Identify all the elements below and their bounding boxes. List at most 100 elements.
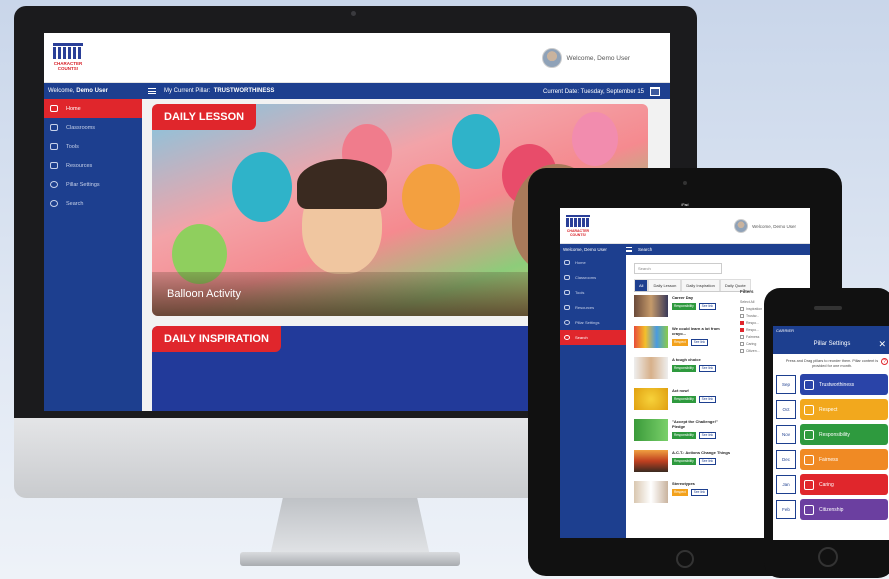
home-icon [50, 105, 58, 112]
respect-icon [804, 404, 814, 415]
pillar-trustworthiness[interactable]: Trustworthiness [800, 374, 888, 395]
citizenship-icon [804, 504, 814, 515]
help-icon[interactable]: ? [881, 358, 888, 365]
see-link-button[interactable]: See link [690, 339, 709, 346]
nav-welcome: Welcome, Demo User [48, 88, 108, 94]
pillar-row[interactable]: Sep Trustworthiness [773, 372, 889, 397]
nav-welcome: Welcome, Demo User [563, 247, 607, 252]
sidebar: Home Classrooms Tools Resources Pillar S… [560, 255, 626, 538]
settings-icon [50, 181, 58, 188]
thumbnail [634, 357, 668, 379]
month-label: Sep [776, 375, 796, 394]
search-icon [50, 200, 58, 207]
pillar-row[interactable]: Nov Responsibility [773, 422, 889, 447]
resources-icon [50, 162, 58, 169]
see-link-button[interactable]: See link [698, 365, 717, 372]
see-link-button[interactable]: See link [698, 303, 717, 310]
list-item[interactable]: We could learn a lot from crayo... Respe… [634, 326, 732, 356]
logo-text: CHARACTER COUNTS! [53, 61, 83, 71]
month-label: Feb [776, 500, 796, 519]
home-button[interactable] [676, 550, 694, 568]
caring-icon [804, 479, 814, 490]
thumbnail [634, 450, 668, 472]
month-label: Dec [776, 450, 796, 469]
see-link-button[interactable]: See link [690, 489, 709, 496]
sidebar-item-pillar-settings[interactable]: Pillar Settings [560, 315, 626, 330]
pillar-badge: Responsibility [672, 365, 696, 372]
list-item[interactable]: Stereotypes Respect See link [634, 481, 732, 511]
see-link-button[interactable]: See link [698, 458, 717, 465]
resources-icon [564, 305, 570, 310]
list-item[interactable]: Career Day Responsibility See link [634, 295, 732, 325]
checkbox[interactable] [740, 313, 744, 318]
speaker [814, 306, 842, 310]
list-item[interactable]: A.C.T.: Actions Change Things Responsibi… [634, 450, 732, 480]
pillar-fairness[interactable]: Fairness [800, 449, 888, 470]
tab-daily-inspiration[interactable]: Daily Inspiration [681, 279, 720, 291]
close-icon[interactable]: ✕ [878, 334, 886, 354]
calendar-icon[interactable] [650, 87, 660, 96]
sidebar-item-resources[interactable]: Resources [44, 156, 142, 175]
sidebar-item-classrooms[interactable]: Classrooms [560, 270, 626, 285]
balloon-image [452, 114, 500, 169]
child-photo [297, 159, 387, 209]
sidebar-item-home[interactable]: Home [44, 99, 142, 118]
checkbox[interactable] [740, 306, 744, 311]
tab-daily-lesson[interactable]: Daily Lesson [648, 279, 682, 291]
see-link-button[interactable]: See link [698, 396, 717, 403]
sidebar-item-pillar-settings[interactable]: Pillar Settings [44, 175, 142, 194]
instructions: Press and Drag pillars to reorder them. … [773, 354, 889, 372]
pillar-citizenship[interactable]: Citizenship [800, 499, 888, 520]
list-item[interactable]: Act now! Responsibility See link [634, 388, 732, 418]
home-button[interactable] [818, 547, 838, 567]
welcome-text: Welcome, Demo User [752, 223, 796, 229]
pillar-row[interactable]: Dec Fairness [773, 447, 889, 472]
classrooms-icon [564, 275, 570, 280]
user-menu[interactable]: Welcome, Demo User [734, 219, 796, 233]
sidebar-item-resources[interactable]: Resources [560, 300, 626, 315]
pillar-row[interactable]: Feb Citizenship [773, 497, 889, 522]
sidebar-item-home[interactable]: Home [560, 255, 626, 270]
camera [351, 11, 356, 16]
sidebar-item-tools[interactable]: Tools [560, 285, 626, 300]
trustworthiness-icon [804, 379, 814, 390]
hamburger-menu-icon[interactable] [148, 88, 156, 94]
list-item[interactable]: A tough choice Responsibility See link [634, 357, 732, 387]
pillar-settings-header: Pillar Settings ✕ [773, 334, 889, 354]
logo-text: CHARACTER COUNTS! [566, 229, 590, 237]
checkbox[interactable] [740, 341, 744, 346]
pillar-badge: Responsibility [672, 432, 696, 439]
checkbox[interactable] [740, 334, 744, 339]
sidebar-item-tools[interactable]: Tools [44, 137, 142, 156]
hamburger-menu-icon[interactable] [626, 247, 632, 252]
thumbnail [634, 481, 668, 503]
checkbox[interactable] [740, 320, 744, 325]
avatar [541, 48, 562, 68]
character-counts-logo[interactable]: CHARACTER COUNTS! [53, 43, 83, 73]
search-input[interactable]: Search [634, 263, 722, 274]
user-menu[interactable]: Welcome, Demo User [541, 48, 630, 68]
settings-icon [564, 320, 570, 325]
sidebar-item-search[interactable]: Search [44, 194, 142, 213]
thumbnail [634, 326, 668, 348]
pillar-respect[interactable]: Respect [800, 399, 888, 420]
pillar-row[interactable]: Jan Caring [773, 472, 889, 497]
pillar-row[interactable]: Oct Respect [773, 397, 889, 422]
responsibility-icon [804, 429, 814, 440]
character-counts-logo[interactable]: CHARACTER COUNTS! [566, 215, 590, 237]
see-link-button[interactable]: See link [698, 432, 717, 439]
month-label: Oct [776, 400, 796, 419]
list-item[interactable]: "Accept the Challenge!" Pledge Responsib… [634, 419, 732, 449]
current-pillar-value: TRUSTWORTHINESS [213, 88, 275, 94]
camera [683, 181, 687, 185]
checkbox[interactable] [740, 327, 744, 332]
pillar-caring[interactable]: Caring [800, 474, 888, 495]
pillar-responsibility[interactable]: Responsibility [800, 424, 888, 445]
tab-all[interactable]: All [634, 279, 649, 291]
monitor-stand [270, 498, 430, 556]
avatar [734, 219, 749, 233]
sidebar-item-search[interactable]: Search [560, 330, 626, 345]
checkbox[interactable] [740, 348, 744, 353]
sidebar-item-classrooms[interactable]: Classrooms [44, 118, 142, 137]
filter-tabs: All Daily Lesson Daily Inspiration Daily… [634, 279, 751, 292]
